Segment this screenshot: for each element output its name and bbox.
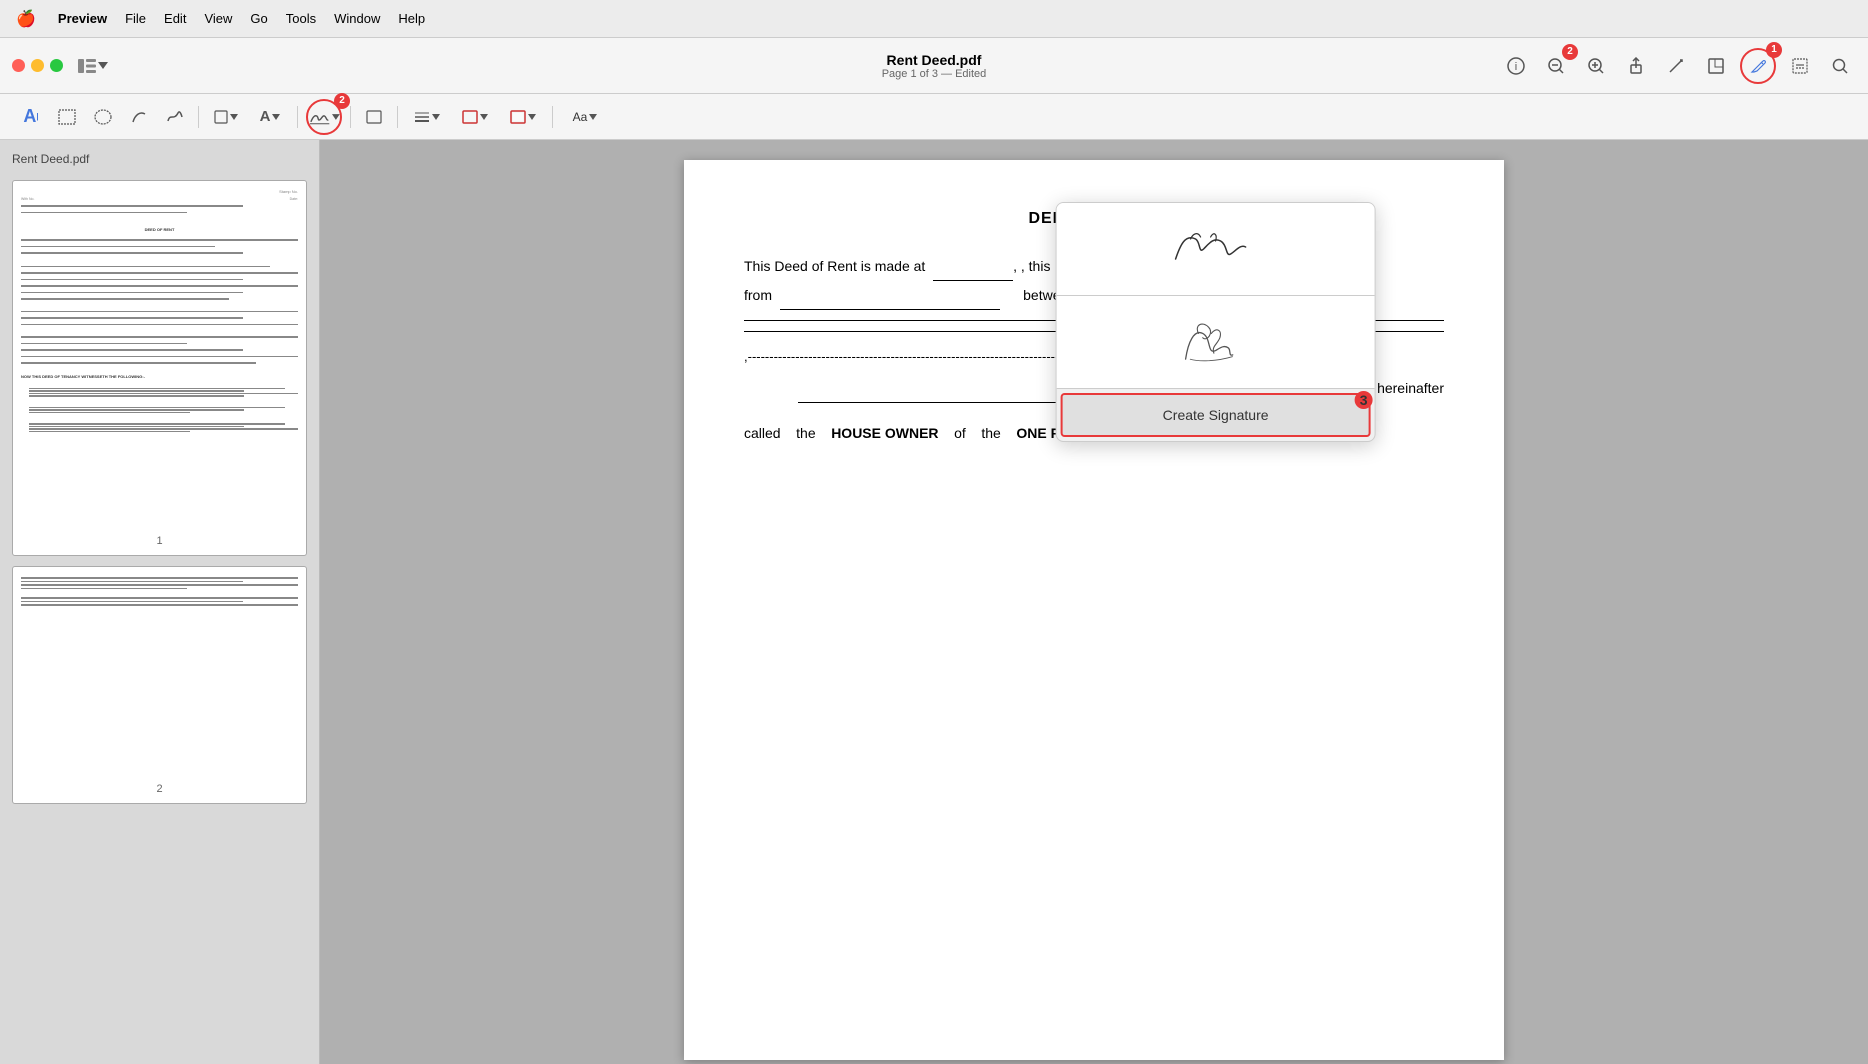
menu-help[interactable]: Help xyxy=(398,11,425,26)
menu-go[interactable]: Go xyxy=(250,11,267,26)
menu-view[interactable]: View xyxy=(204,11,232,26)
document-subtitle: Page 1 of 3 — Edited xyxy=(882,68,987,80)
text-select-button[interactable]: A| xyxy=(16,102,46,132)
font-label: Aa xyxy=(573,110,588,124)
sketch-button[interactable] xyxy=(1784,50,1816,82)
zoom-in-button[interactable] xyxy=(1580,50,1612,82)
share-button[interactable] xyxy=(1620,50,1652,82)
lines-button[interactable] xyxy=(406,102,448,132)
toolbar-separator-3 xyxy=(350,106,351,128)
font-button[interactable]: Aa xyxy=(561,102,609,132)
menu-tools[interactable]: Tools xyxy=(286,11,316,26)
thumbnail-page-1[interactable]: Stamp No. With No.Date: DEED OF RENT xyxy=(12,180,307,556)
document-info: Rent Deed.pdf Page 1 of 3 — Edited xyxy=(882,52,987,80)
zoom-out-wrapper: 2 xyxy=(1540,50,1572,82)
menu-edit[interactable]: Edit xyxy=(164,11,186,26)
border-color-button[interactable] xyxy=(454,102,496,132)
toolbar-separator-5 xyxy=(552,106,553,128)
menu-window[interactable]: Window xyxy=(334,11,380,26)
blank-from xyxy=(780,281,1000,310)
draw-button[interactable] xyxy=(124,102,154,132)
markup-button[interactable] xyxy=(1660,50,1692,82)
menu-file[interactable]: File xyxy=(125,11,146,26)
create-signature-label: Create Signature xyxy=(1163,407,1269,423)
the-label: the xyxy=(796,425,815,441)
menubar: 🍎 Preview File Edit View Go Tools Window… xyxy=(0,0,1868,38)
of-label: of xyxy=(954,425,966,441)
signature-popup: Create Signature 3 xyxy=(1056,202,1376,442)
page-number-1: 1 xyxy=(21,535,298,547)
deed-line1-a: This Deed of Rent is made at xyxy=(744,258,925,274)
search-button[interactable] xyxy=(1824,50,1856,82)
maximize-button[interactable] xyxy=(50,59,63,72)
fill-color-button[interactable] xyxy=(502,102,544,132)
smooth-draw-button[interactable] xyxy=(160,102,190,132)
rect-select-button[interactable] xyxy=(52,102,82,132)
close-button[interactable] xyxy=(12,59,25,72)
toolbar-separator-4 xyxy=(397,106,398,128)
toolbar-right-group: i 2 1 xyxy=(1500,48,1856,84)
info-button[interactable]: i xyxy=(1500,50,1532,82)
rect-tool-button[interactable] xyxy=(359,102,389,132)
deed-line2-from: from xyxy=(744,287,772,303)
main-toolbar: Rent Deed.pdf Page 1 of 3 — Edited i 2 xyxy=(0,38,1868,94)
create-signature-button[interactable]: Create Signature 3 xyxy=(1061,393,1371,437)
annotation-toolbar: A| A 2 xyxy=(0,94,1868,140)
pen-button-wrapper: 1 xyxy=(1740,48,1776,84)
toolbar-separator-1 xyxy=(198,106,199,128)
menu-preview[interactable]: Preview xyxy=(58,11,107,26)
badge-number-1: 1 xyxy=(1766,42,1782,58)
the2-label: the xyxy=(981,425,1000,441)
house-owner-label: HOUSE OWNER xyxy=(831,425,938,441)
thumbnail-content-2 xyxy=(21,577,298,777)
sidebar-toggle-button[interactable] xyxy=(77,50,109,82)
deed-line1-b: , this xyxy=(1021,258,1051,274)
thumbnail-page-2[interactable]: 2 xyxy=(12,566,307,804)
blank-made-at xyxy=(933,252,1013,281)
signature-option-2[interactable] xyxy=(1057,296,1375,389)
apple-menu[interactable]: 🍎 xyxy=(16,9,36,29)
main-content: Rent Deed.pdf Stamp No. With No.Date: DE… xyxy=(0,140,1868,1064)
sidebar-filename: Rent Deed.pdf xyxy=(12,152,307,166)
document-title: Rent Deed.pdf xyxy=(887,52,982,68)
signature-preview-2 xyxy=(1146,312,1286,372)
window-button[interactable] xyxy=(1700,50,1732,82)
document-view-area: Create Signature 3 DEED OF RENT This Dee… xyxy=(320,140,1868,1064)
called-label: called xyxy=(744,425,781,441)
badge-number-3: 3 xyxy=(1355,391,1373,409)
shapes-button[interactable] xyxy=(207,102,245,132)
hereinafter-label: hereinafter xyxy=(1377,374,1444,403)
document-sidebar: Rent Deed.pdf Stamp No. With No.Date: DE… xyxy=(0,140,320,1064)
page-number-2: 2 xyxy=(21,783,298,795)
signature-option-1[interactable] xyxy=(1057,203,1375,296)
badge-number-2: 2 xyxy=(1562,44,1578,60)
signature-preview-1 xyxy=(1146,219,1286,279)
minimize-button[interactable] xyxy=(31,59,44,72)
ellipse-select-button[interactable] xyxy=(88,102,118,132)
thumbnail-content-1: Stamp No. With No.Date: DEED OF RENT xyxy=(21,189,298,529)
badge-number-sig: 2 xyxy=(334,93,350,109)
toolbar-separator-2 xyxy=(297,106,298,128)
svg-text:i: i xyxy=(1515,61,1517,73)
signature-button-wrapper: 2 xyxy=(306,99,342,135)
dashes-line: ,---------------------------------------… xyxy=(744,344,1059,370)
textbox-button[interactable]: A xyxy=(251,102,289,132)
